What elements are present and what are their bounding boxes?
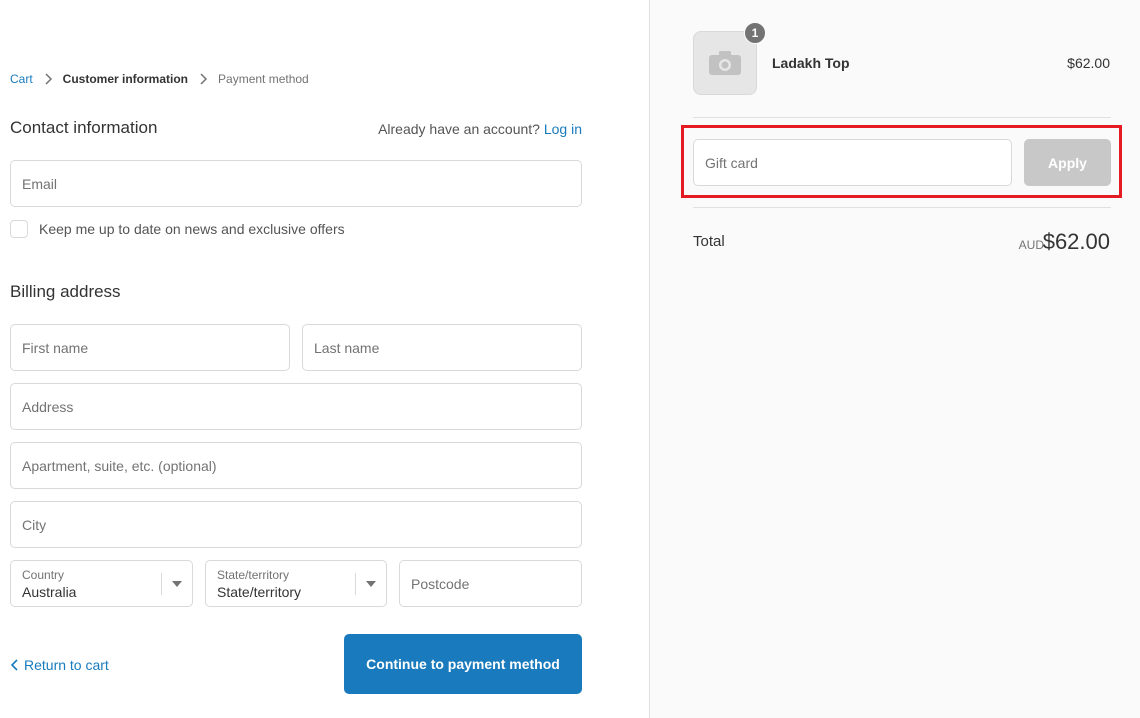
country-select[interactable]: Country Australia	[10, 560, 193, 607]
login-link[interactable]: Log in	[544, 121, 582, 137]
divider	[693, 207, 1111, 208]
apartment-field[interactable]	[10, 442, 582, 489]
country-label: Country	[22, 568, 65, 582]
city-field[interactable]	[10, 501, 582, 548]
total-currency: AUD	[1018, 238, 1044, 252]
select-divider	[355, 573, 356, 595]
breadcrumb-payment-method: Payment method	[218, 72, 309, 86]
breadcrumb-customer-information: Customer information	[62, 72, 189, 86]
total-label: Total	[693, 233, 725, 250]
return-to-cart-link[interactable]: Return to cart	[10, 657, 109, 673]
gift-card-input[interactable]	[705, 154, 1000, 171]
chevron-right-icon	[200, 73, 208, 85]
apartment-input[interactable]	[22, 457, 570, 474]
apply-button[interactable]: Apply	[1024, 139, 1111, 186]
camera-icon	[709, 51, 741, 75]
login-prompt: Already have an account?	[378, 121, 540, 137]
gift-card-field[interactable]	[693, 139, 1012, 186]
select-divider	[161, 573, 162, 595]
postcode-input[interactable]	[411, 575, 570, 592]
state-select[interactable]: State/territory State/territory	[205, 560, 387, 607]
last-name-input[interactable]	[314, 339, 570, 356]
email-input[interactable]	[22, 175, 570, 192]
state-value: State/territory	[217, 584, 302, 600]
chevron-left-icon	[10, 659, 18, 671]
caret-down-icon	[366, 581, 376, 587]
contact-information-title: Contact information	[10, 118, 158, 137]
breadcrumb: Cart Customer information Payment method	[10, 72, 309, 86]
email-field[interactable]	[10, 160, 582, 207]
newsletter-option[interactable]: Keep me up to date on news and exclusive…	[10, 220, 345, 238]
newsletter-label: Keep me up to date on news and exclusive…	[39, 221, 345, 237]
last-name-field[interactable]	[302, 324, 582, 371]
quantity-badge: 1	[744, 22, 766, 44]
billing-address-title: Billing address	[10, 282, 121, 301]
city-input[interactable]	[22, 516, 570, 533]
first-name-input[interactable]	[22, 339, 278, 356]
main-panel: Cart Customer information Payment method…	[0, 0, 649, 718]
address-field[interactable]	[10, 383, 582, 430]
return-to-cart-label: Return to cart	[24, 657, 109, 673]
caret-down-icon	[172, 581, 182, 587]
first-name-field[interactable]	[10, 324, 290, 371]
address-input[interactable]	[22, 398, 570, 415]
chevron-right-icon	[45, 73, 52, 85]
product-price: $62.00	[1067, 55, 1110, 71]
newsletter-checkbox[interactable]	[10, 220, 28, 238]
state-label: State/territory	[217, 568, 290, 582]
total-amount: $62.00	[1042, 229, 1110, 254]
order-summary: 1 Ladakh Top $62.00 Apply Total AUD $62.…	[649, 0, 1140, 718]
postcode-field[interactable]	[399, 560, 582, 607]
divider	[693, 117, 1111, 118]
product-name: Ladakh Top	[772, 55, 850, 71]
country-value: Australia	[22, 584, 77, 600]
continue-to-payment-button[interactable]: Continue to payment method	[344, 634, 582, 694]
login-hint: Already have an account? Log in	[378, 121, 582, 137]
breadcrumb-cart[interactable]: Cart	[10, 72, 33, 86]
